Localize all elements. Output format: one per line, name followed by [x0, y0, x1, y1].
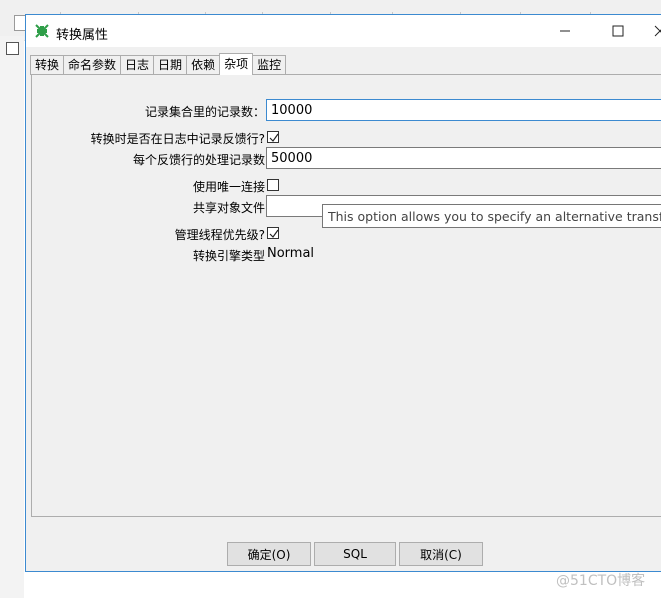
feedback-rows-input[interactable] [266, 147, 661, 169]
engine-type-tooltip: This option allows you to specify an alt… [322, 204, 661, 228]
tab-named-parameters[interactable]: 命名参数 [63, 55, 122, 75]
tab-date[interactable]: 日期 [153, 55, 188, 75]
background-left-panel [0, 36, 24, 598]
background-checkbox-icon[interactable] [6, 42, 19, 55]
maximize-icon [612, 25, 624, 37]
maximize-button[interactable] [598, 15, 638, 47]
close-icon [654, 25, 661, 37]
checkmark-icon [269, 229, 279, 238]
tab-misc[interactable]: 杂项 [219, 53, 254, 75]
cancel-button[interactable]: 取消(C) [399, 542, 483, 566]
tab-transformation[interactable]: 转换 [30, 55, 65, 75]
tab-bar: 转换 命名参数 日志 日期 依赖 杂项 监控 [30, 53, 287, 75]
ok-button[interactable]: 确定(O) [227, 542, 311, 566]
checkmark-icon [269, 133, 279, 142]
misc-tab-panel: 记录集合里的记录数： 转换时是否在日志中记录反馈行? 每个反馈行的处理记录数 使… [31, 74, 661, 517]
tab-monitoring[interactable]: 监控 [252, 55, 287, 75]
log-feedback-label: 转换时是否在日志中记录反馈行? [90, 132, 265, 146]
title-bar[interactable]: 转换属性 [26, 15, 661, 47]
watermark-text: @51CTO博客 [556, 573, 646, 589]
record-count-label: 记录集合里的记录数： [144, 105, 265, 119]
sql-button[interactable]: SQL [314, 542, 396, 566]
tab-dependencies[interactable]: 依赖 [186, 55, 221, 75]
transformation-properties-dialog: 转换属性 转换 命名参数 日志 日期 依赖 杂项 监控 记录集合里的记录数： 转… [25, 14, 661, 572]
minimize-button[interactable] [545, 15, 585, 47]
record-count-input[interactable] [266, 99, 661, 121]
close-button[interactable] [640, 15, 661, 47]
shared-objects-label: 共享对象文件 [192, 201, 265, 215]
dialog-title: 转换属性 [56, 28, 109, 43]
minimize-icon [560, 30, 570, 32]
tab-log[interactable]: 日志 [120, 55, 155, 75]
kettle-transform-icon [35, 24, 49, 38]
log-feedback-checkbox[interactable] [267, 131, 279, 143]
unique-connection-checkbox[interactable] [267, 179, 279, 191]
engine-type-select[interactable]: Normal [267, 246, 314, 261]
engine-type-label: 转换引擎类型 [192, 249, 265, 263]
thread-priority-checkbox[interactable] [267, 227, 279, 239]
unique-connection-label: 使用唯一连接 [192, 180, 265, 194]
thread-priority-label: 管理线程优先级? [174, 228, 265, 242]
feedback-rows-label: 每个反馈行的处理记录数 [132, 153, 265, 167]
